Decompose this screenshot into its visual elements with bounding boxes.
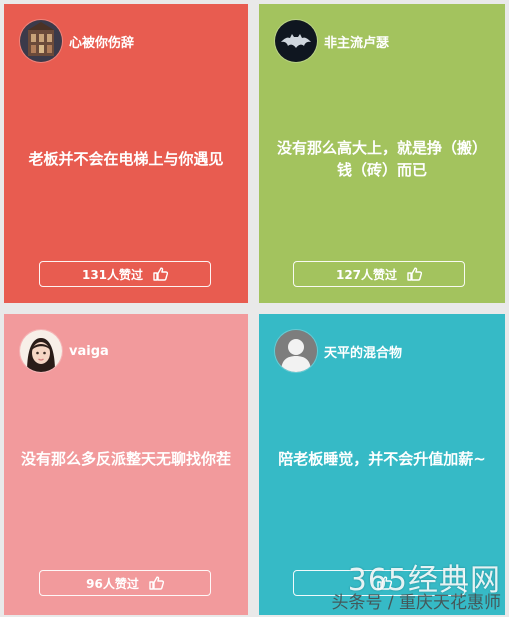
quote-text: 没有那么高大上，就是挣（搬）钱（砖）而已 (276, 139, 487, 179)
card-header: vaiga (20, 330, 109, 372)
user-avatar[interactable] (20, 20, 62, 62)
batman-logo-icon (275, 20, 317, 62)
like-button[interactable]: 131人赞过 (39, 261, 211, 287)
girl-photo-icon (20, 330, 62, 372)
photo-avatar-icon (20, 20, 62, 62)
quote-card-2: 非主流卢瑟 没有那么高大上，就是挣（搬）钱（砖）而已 127人赞过 (259, 4, 505, 303)
card-header: 非主流卢瑟 (275, 20, 389, 62)
like-count: 96人赞过 (86, 576, 139, 591)
username[interactable]: 天平的混合物 (324, 342, 402, 361)
default-user-icon (275, 330, 317, 372)
quote-text: 没有那么多反派整天无聊找你茬 (20, 450, 231, 468)
username[interactable]: 心被你伤辞 (69, 32, 134, 51)
thumbs-up-icon (376, 576, 392, 590)
quote-card-4: 天平的混合物 陪老板睡觉，并不会升值加薪~ (259, 314, 505, 615)
card-header: 天平的混合物 (275, 330, 402, 372)
like-count: 127人赞过 (335, 267, 398, 282)
quote-text: 陪老板睡觉，并不会升值加薪~ (278, 450, 486, 468)
like-button[interactable] (293, 570, 465, 596)
user-avatar[interactable] (275, 20, 317, 62)
quote-text: 老板并不会在电梯上与你遇见 (28, 150, 224, 168)
user-avatar[interactable] (20, 330, 62, 372)
thumbs-up-icon (149, 576, 164, 590)
user-avatar[interactable] (275, 330, 317, 372)
like-button[interactable]: 127人赞过 (293, 261, 465, 287)
like-button[interactable]: 96人赞过 (39, 570, 211, 596)
quote-card-3: vaiga 没有那么多反派整天无聊找你茬 96人赞过 (4, 314, 248, 615)
username[interactable]: 非主流卢瑟 (324, 32, 389, 51)
like-count: 131人赞过 (81, 267, 144, 282)
thumbs-up-icon (153, 267, 169, 281)
card-header: 心被你伤辞 (20, 20, 134, 62)
quote-card-1: 心被你伤辞 老板并不会在电梯上与你遇见 131人赞过 (4, 4, 248, 303)
username[interactable]: vaiga (69, 344, 109, 359)
thumbs-up-icon (407, 267, 423, 281)
